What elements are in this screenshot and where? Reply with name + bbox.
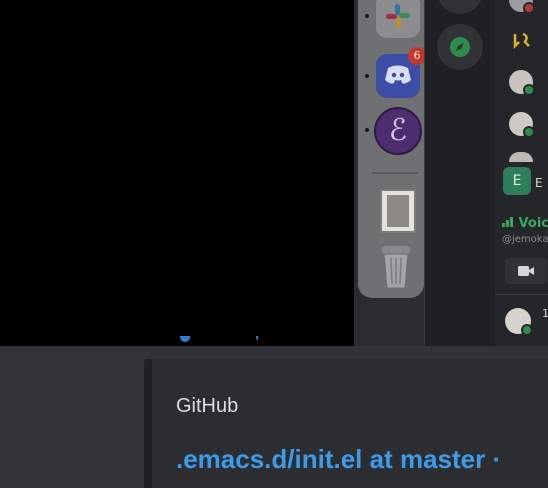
- user-avatar[interactable]: [505, 308, 533, 336]
- signal-icon: [502, 217, 513, 227]
- running-indicator: [365, 14, 369, 18]
- voice-status: Voic: [502, 216, 548, 231]
- divider: [495, 294, 548, 295]
- compass-icon: [450, 37, 470, 57]
- explore-servers-button[interactable]: [437, 24, 483, 70]
- voice-label: Voic: [518, 216, 548, 231]
- discord-server-sidebar: [424, 0, 496, 346]
- avatar[interactable]: [509, 70, 535, 96]
- blank-screen-area: [0, 0, 354, 346]
- user-panel-number: 13: [542, 307, 548, 320]
- channel-label: E: [535, 176, 543, 190]
- avatar[interactable]: [509, 152, 533, 162]
- desktop-screenshot-region: 6 ℰ E E Voic @jemoka 1: [354, 0, 548, 346]
- emacs-glyph: ℰ: [388, 113, 408, 148]
- channel-avatar[interactable]: E: [503, 167, 531, 195]
- trash-icon[interactable]: [380, 244, 412, 290]
- voice-username: @jemoka: [502, 234, 548, 245]
- video-camera-icon: [518, 266, 534, 276]
- avatar[interactable]: [509, 28, 533, 52]
- file-stack-icon[interactable]: [380, 189, 416, 233]
- embed-provider[interactable]: GitHub: [176, 395, 238, 418]
- avatar[interactable]: [509, 112, 535, 138]
- avatar[interactable]: [509, 0, 535, 14]
- dock-separator: [372, 172, 418, 174]
- server-button[interactable]: [437, 0, 483, 14]
- link-text-cutoff: [178, 336, 258, 346]
- member-list: E E Voic @jemoka 13: [495, 0, 548, 346]
- member-logo-icon: [513, 32, 530, 50]
- embed-accent-bar: [144, 359, 152, 488]
- emacs-app-icon[interactable]: ℰ: [374, 107, 422, 155]
- camera-button[interactable]: [505, 258, 547, 284]
- embed-title-link[interactable]: .emacs.d/init.el at master ·: [176, 444, 501, 475]
- running-indicator: [365, 74, 369, 78]
- running-indicator: [365, 128, 369, 132]
- discord-app-icon[interactable]: 6: [376, 47, 426, 98]
- slack-app-icon[interactable]: [376, 0, 420, 38]
- dock: 6 ℰ: [358, 0, 426, 298]
